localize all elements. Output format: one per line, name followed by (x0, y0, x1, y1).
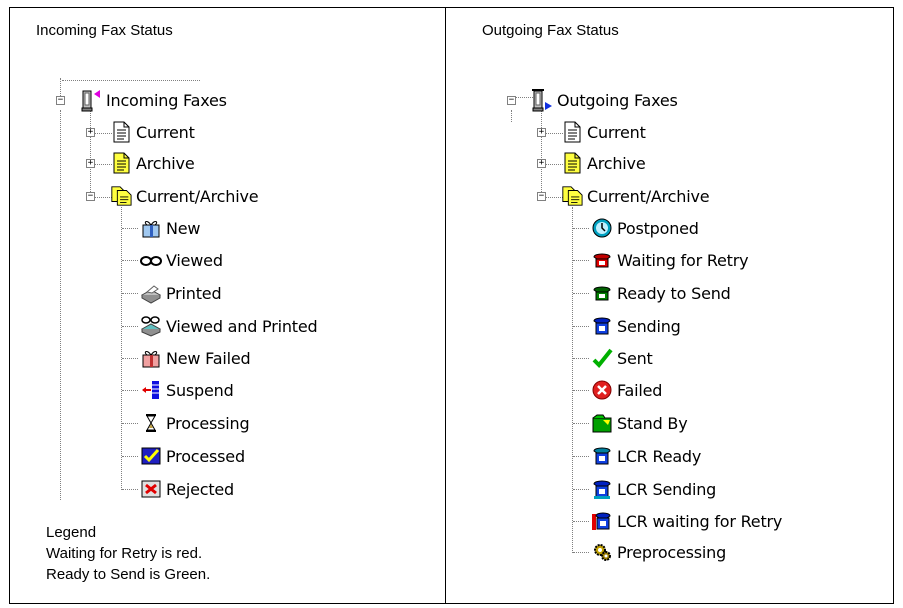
status-suspend[interactable]: Suspend (140, 378, 234, 402)
current-archive-icon (561, 185, 583, 207)
tree-root-label: Outgoing Faxes (557, 90, 678, 110)
status-stand-by[interactable]: Stand By (591, 411, 688, 435)
status-label: Sending (617, 316, 681, 336)
status-label: Failed (617, 380, 663, 400)
green-check-icon (591, 347, 613, 369)
expand-toggle[interactable]: + (86, 128, 95, 137)
folder-label: Archive (587, 153, 646, 173)
status-label: Waiting for Retry (617, 250, 749, 270)
status-new[interactable]: New (140, 216, 201, 240)
legend: Legend Waiting for Retry is red. Ready t… (46, 522, 210, 585)
archive-document-icon (110, 152, 132, 174)
panel-divider (445, 7, 446, 604)
status-lcr-waiting-for-retry[interactable]: LCR waiting for Retry (591, 509, 782, 533)
status-postponed[interactable]: Postponed (591, 216, 699, 240)
viewed-printed-icon (140, 315, 162, 337)
incoming-panel-title: Incoming Fax Status (36, 22, 173, 39)
status-failed[interactable]: Failed (591, 378, 662, 402)
clock-icon (591, 217, 613, 239)
status-label: LCR Ready (617, 446, 702, 466)
tree-folder-current-archive[interactable]: Current/Archive (561, 184, 710, 208)
status-label: Postponed (617, 218, 699, 238)
expand-toggle[interactable]: + (537, 128, 546, 137)
current-archive-icon (110, 185, 132, 207)
suspend-icon (140, 379, 162, 401)
fax-machine-incoming-icon (80, 89, 102, 112)
status-waiting-for-retry[interactable]: Waiting for Retry (591, 248, 749, 272)
tree-root-incoming-faxes[interactable]: Incoming Faxes (80, 88, 227, 112)
status-rejected[interactable]: Rejected (140, 477, 234, 501)
green-phone-icon (591, 282, 613, 304)
expand-toggle[interactable]: + (537, 159, 546, 168)
folder-label: Archive (136, 153, 195, 173)
red-phone-icon (591, 249, 613, 271)
status-label: New Failed (166, 348, 251, 368)
status-processing[interactable]: Processing (140, 411, 250, 435)
expand-toggle[interactable]: + (86, 159, 95, 168)
collapse-toggle[interactable]: − (56, 96, 65, 105)
status-label: Viewed (166, 250, 223, 270)
status-ready-to-send[interactable]: Ready to Send (591, 281, 731, 305)
status-label: Suspend (166, 380, 234, 400)
folder-label: Current/Archive (136, 186, 259, 206)
status-label: Preprocessing (617, 542, 727, 562)
outgoing-panel-title: Outgoing Fax Status (482, 22, 619, 39)
tree-folder-current[interactable]: Current (110, 120, 195, 144)
printer-icon (140, 282, 162, 304)
status-label: Ready to Send (617, 283, 731, 303)
standby-folder-icon (591, 412, 613, 434)
tree-folder-current-archive[interactable]: Current/Archive (110, 184, 259, 208)
gift-icon (140, 217, 162, 239)
collapse-toggle[interactable]: − (86, 192, 95, 201)
lcr-phone-icon (591, 445, 613, 467)
status-label: Stand By (617, 413, 688, 433)
legend-line: Waiting for Retry is red. (46, 545, 203, 562)
lcr-sending-phone-icon (591, 478, 613, 500)
document-icon (561, 121, 583, 143)
status-label: Rejected (166, 479, 235, 499)
document-icon (110, 121, 132, 143)
collapse-toggle[interactable]: − (507, 96, 516, 105)
status-viewed[interactable]: Viewed (140, 248, 223, 272)
status-label: Sent (617, 348, 653, 368)
failed-gift-icon (140, 347, 162, 369)
tree-folder-archive[interactable]: Archive (110, 151, 195, 175)
hourglass-icon (140, 412, 162, 434)
status-label: New (166, 218, 201, 238)
folder-label: Current (136, 122, 195, 142)
archive-document-icon (561, 152, 583, 174)
legend-title: Legend (46, 524, 97, 541)
status-viewed-and-printed[interactable]: Viewed and Printed (140, 314, 318, 338)
fax-machine-outgoing-icon (531, 89, 553, 112)
status-label: Processed (166, 446, 245, 466)
status-lcr-sending[interactable]: LCR Sending (591, 477, 716, 501)
status-preprocessing[interactable]: Preprocessing (591, 540, 726, 564)
rejected-x-icon (140, 478, 162, 500)
folder-label: Current (587, 122, 646, 142)
collapse-toggle[interactable]: − (537, 192, 546, 201)
status-sent[interactable]: Sent (591, 346, 653, 370)
tree-root-outgoing-faxes[interactable]: Outgoing Faxes (531, 88, 678, 112)
status-sending[interactable]: Sending (591, 314, 681, 338)
status-label: Printed (166, 283, 222, 303)
status-printed[interactable]: Printed (140, 281, 222, 305)
tree-root-label: Incoming Faxes (106, 90, 227, 110)
red-x-circle-icon (591, 379, 613, 401)
status-new-failed[interactable]: New Failed (140, 346, 251, 370)
status-processed[interactable]: Processed (140, 444, 245, 468)
gears-icon (591, 541, 613, 563)
checkbox-checked-icon (140, 445, 162, 467)
status-label: Processing (166, 413, 250, 433)
status-label: LCR waiting for Retry (617, 511, 783, 531)
lcr-retry-phone-icon (591, 510, 613, 532)
tree-folder-archive[interactable]: Archive (561, 151, 646, 175)
tree-folder-current[interactable]: Current (561, 120, 646, 144)
folder-label: Current/Archive (587, 186, 710, 206)
status-label: LCR Sending (617, 479, 717, 499)
status-lcr-ready[interactable]: LCR Ready (591, 444, 701, 468)
glasses-icon (140, 249, 162, 271)
legend-line: Ready to Send is Green. (46, 566, 211, 583)
status-label: Viewed and Printed (166, 316, 318, 336)
blue-phone-icon (591, 315, 613, 337)
